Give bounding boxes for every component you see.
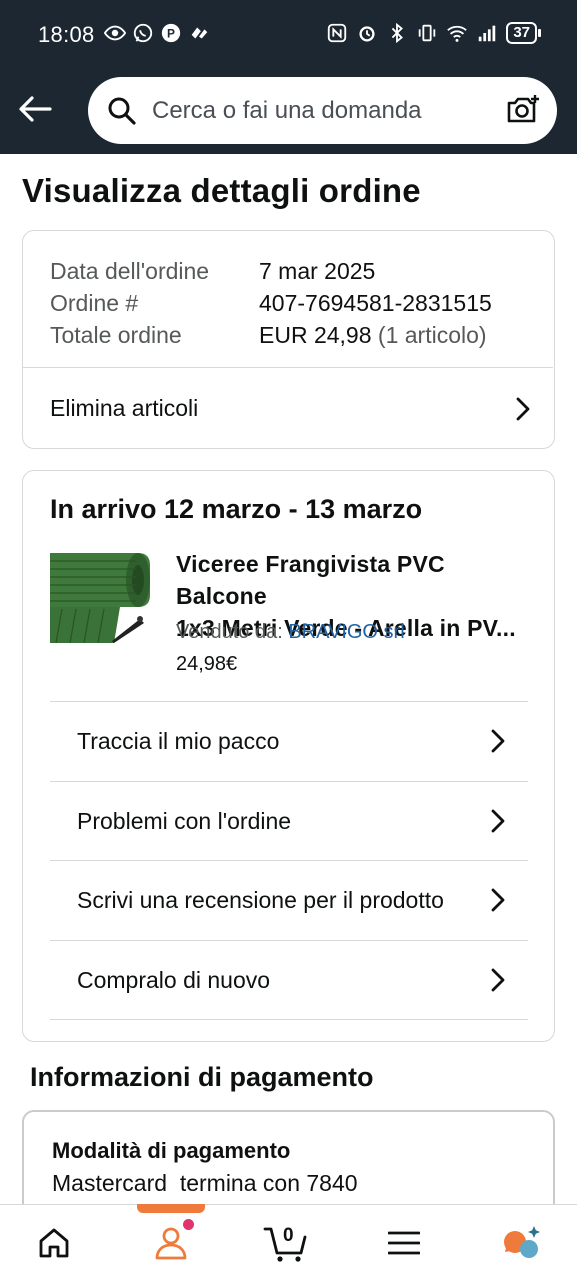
- notification-dot: [183, 1219, 194, 1230]
- nav-home[interactable]: [4, 1205, 104, 1281]
- parking-icon: P: [161, 23, 181, 43]
- product-title-line1: Viceree Frangivista PVC Balcone: [176, 551, 445, 609]
- app-notification-icon: [191, 27, 208, 39]
- status-bar: 18:08 P 37: [0, 0, 577, 70]
- order-item-count: (1 articolo): [377, 322, 487, 348]
- order-total-amount: EUR 24,98: [259, 322, 372, 348]
- camera-search-icon[interactable]: [505, 93, 541, 127]
- svg-text:P: P: [167, 27, 175, 41]
- whatsapp-icon: [133, 23, 153, 43]
- action-buy-again[interactable]: Compralo di nuovo: [50, 941, 528, 1019]
- sold-by-label: Venduto da:: [176, 621, 283, 643]
- shipment-card: In arrivo 12 marzo - 13 marzo Viceree Fr…: [22, 470, 555, 1042]
- nav-cart[interactable]: 0: [236, 1205, 336, 1281]
- search-bar[interactable]: [88, 77, 557, 144]
- product-price: 24,98€: [176, 653, 238, 675]
- battery-icon: 37: [506, 22, 541, 44]
- seller-link[interactable]: BRAVIGO srl: [288, 621, 404, 643]
- action-label: Scrivi una recensione per il prodotto: [77, 886, 444, 913]
- payment-method-label: Modalità di pagamento: [52, 1138, 291, 1163]
- eye-icon: [104, 25, 126, 41]
- nav-assistant[interactable]: [471, 1205, 571, 1281]
- order-date-row: Data dell'ordine 7 mar 2025: [50, 255, 492, 287]
- search-input[interactable]: [152, 91, 512, 131]
- arrival-date-heading: In arrivo 12 marzo - 13 marzo: [50, 494, 423, 524]
- back-button[interactable]: [14, 88, 56, 130]
- battery-level: 37: [506, 22, 537, 44]
- menu-icon: [388, 1231, 420, 1255]
- chevron-right-icon: [491, 809, 505, 833]
- bluetooth-icon: [392, 22, 404, 44]
- page-title: Visualizza dettagli ordine: [22, 172, 421, 209]
- order-number-value: 407-7694581-2831515: [259, 290, 492, 316]
- nav-account[interactable]: [121, 1205, 221, 1281]
- wifi-icon: [447, 25, 468, 42]
- action-order-problems[interactable]: Problemi con l'ordine: [50, 782, 528, 860]
- order-total-label: Totale ordine: [50, 322, 182, 348]
- vibrate-icon: [419, 24, 436, 42]
- chevron-right-icon: [491, 968, 505, 992]
- payment-section-title: Informazioni di pagamento: [30, 1062, 374, 1092]
- delete-items-label: Elimina articoli: [50, 394, 199, 421]
- divider: [50, 1019, 528, 1020]
- nav-menu[interactable]: [354, 1205, 454, 1281]
- delete-items-row[interactable]: Elimina articoli: [23, 368, 553, 448]
- assistant-icon: [504, 1226, 540, 1258]
- status-time: 18:08: [38, 22, 95, 47]
- back-arrow-icon: [19, 96, 52, 122]
- status-left-icons: P: [104, 22, 210, 44]
- action-write-review[interactable]: Scrivi una recensione per il prodotto: [50, 861, 528, 939]
- action-label: Compralo di nuovo: [77, 966, 271, 993]
- order-total-value: EUR 24,98 (1 articolo): [259, 319, 487, 351]
- alarm-icon: [359, 26, 375, 42]
- product-image[interactable]: [50, 547, 150, 647]
- home-icon: [39, 1228, 69, 1258]
- order-info: Data dell'ordine 7 mar 2025 Ordine # 407…: [50, 255, 492, 351]
- order-total-row: Totale ordine EUR 24,98 (1 articolo): [50, 319, 492, 351]
- chevron-right-icon: [491, 888, 505, 912]
- chevron-right-icon: [516, 397, 530, 421]
- payment-method-value: Mastercard termina con 7840: [52, 1170, 358, 1196]
- order-number-row: Ordine # 407-7694581-2831515: [50, 287, 492, 319]
- bottom-navigation: 0: [0, 1204, 577, 1281]
- action-track-package[interactable]: Traccia il mio pacco: [50, 702, 528, 780]
- order-date-label: Data dell'ordine: [50, 258, 210, 284]
- order-date-value: 7 mar 2025: [259, 258, 376, 284]
- seller-info: Venduto da: BRAVIGO srl: [176, 621, 405, 644]
- order-number-label: Ordine #: [50, 290, 139, 316]
- status-right-icons: 37: [326, 22, 541, 44]
- chevron-right-icon: [491, 729, 505, 753]
- action-label: Traccia il mio pacco: [77, 727, 280, 754]
- nfc-icon: [328, 23, 347, 43]
- order-summary-card: Data dell'ordine 7 mar 2025 Ordine # 407…: [22, 230, 555, 449]
- cart-count: 0: [283, 1225, 294, 1246]
- action-label: Problemi con l'ordine: [77, 807, 292, 834]
- account-icon: [155, 1227, 187, 1260]
- signal-icon: [479, 25, 496, 42]
- top-bar: 18:08 P 37: [0, 0, 577, 154]
- search-icon: [108, 97, 136, 125]
